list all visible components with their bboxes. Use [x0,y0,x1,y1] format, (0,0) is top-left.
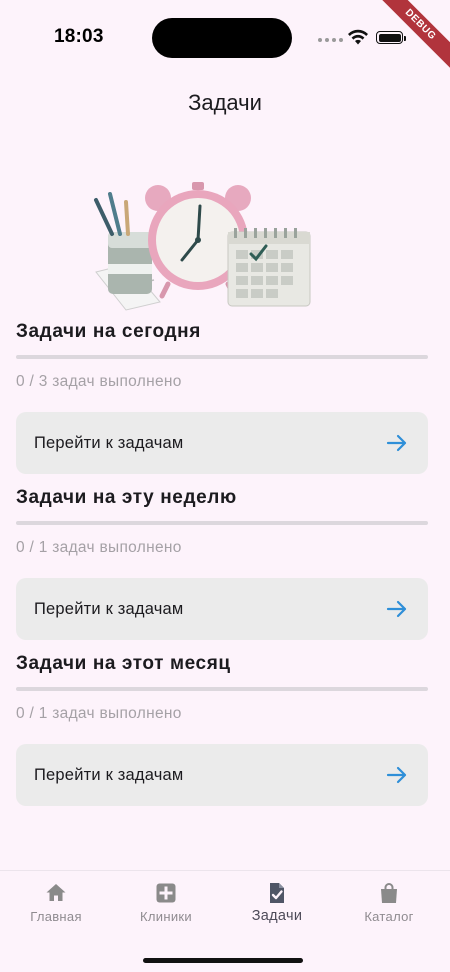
cellular-signal-icon [318,38,343,42]
month-progress-text: 0 / 1 задач выполнено [16,705,182,722]
goto-tasks-label: Перейти к задачам [34,599,184,618]
nav-item-catalog[interactable]: Каталог [333,881,445,924]
wifi-icon [348,29,368,45]
home-indicator [143,958,303,963]
alarm-clock-calendar-illustration [94,182,311,311]
today-progress-bar [16,355,428,359]
task-check-icon [270,883,284,903]
nav-item-tasks[interactable]: Задачи [221,881,333,924]
month-goto-tasks-button[interactable]: Перейти к задачам [16,744,428,806]
nav-item-home[interactable]: Главная [0,881,112,924]
arrow-right-icon [386,434,407,452]
status-bar: 18:03 DEBUG [0,0,450,78]
week-tasks-title: Задачи на эту неделю [16,487,237,508]
bottom-navigation: Главная Клиники Задачи Каталог [0,870,450,972]
arrow-right-icon [386,766,407,784]
month-progress-bar [16,687,428,691]
page-title: Задачи [188,90,262,115]
week-progress-bar [16,521,428,525]
nav-label-catalog: Каталог [364,909,414,924]
dynamic-island [152,18,292,58]
week-goto-tasks-button[interactable]: Перейти к задачам [16,578,428,640]
nav-label-tasks: Задачи [251,908,303,924]
battery-icon [376,31,406,44]
nav-label-clinics: Клиники [140,909,192,924]
goto-tasks-label: Перейти к задачам [34,433,184,452]
week-progress-text: 0 / 1 задач выполнено [16,539,182,556]
arrow-right-icon [386,600,407,618]
today-tasks-title: Задачи на сегодня [16,321,201,342]
screen: 18:03 DEBUG Задачи Задачи на сегодня 0 /… [0,0,450,972]
clinic-plus-icon [156,883,176,903]
month-tasks-title: Задачи на этот месяц [16,653,231,674]
shopping-bag-icon [381,883,397,903]
nav-item-clinics[interactable]: Клиники [110,881,222,924]
today-progress-text: 0 / 3 задач выполнено [16,373,182,390]
today-goto-tasks-button[interactable]: Перейти к задачам [16,412,428,474]
goto-tasks-label: Перейти к задачам [34,765,184,784]
status-time: 18:03 [54,26,104,47]
nav-label-home: Главная [30,909,82,924]
home-icon [46,884,66,901]
